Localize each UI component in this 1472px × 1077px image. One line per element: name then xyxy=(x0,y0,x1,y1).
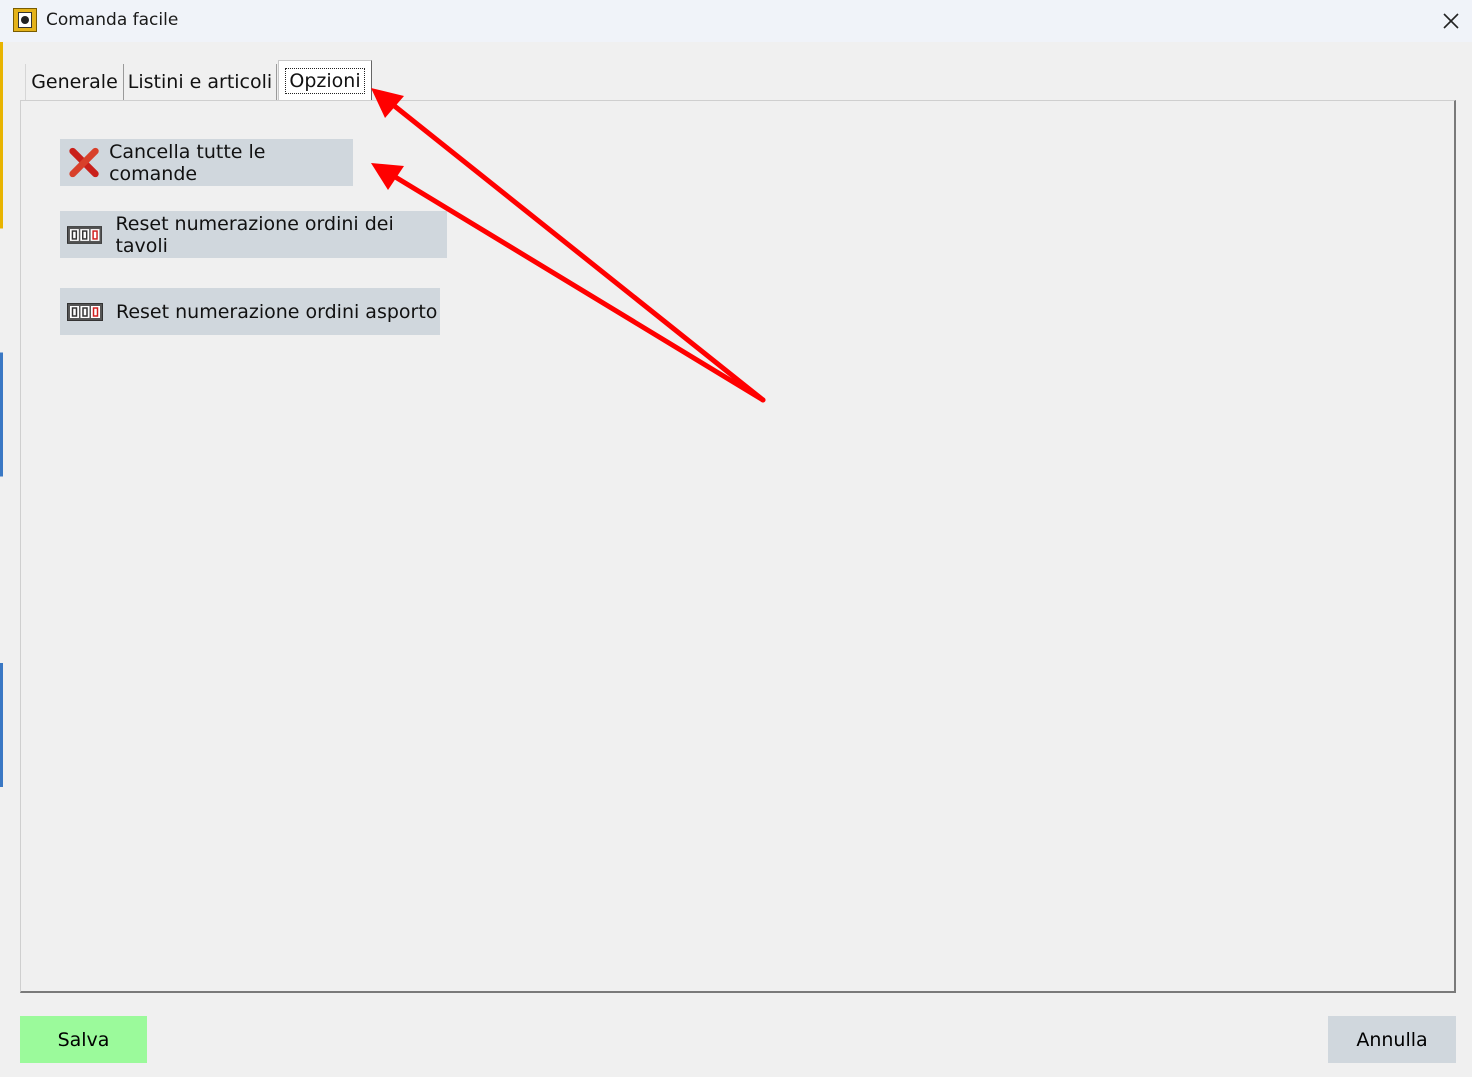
counter-icon xyxy=(67,302,103,321)
app-logo-icon xyxy=(13,8,37,32)
reset-takeaway-numbering-button[interactable]: Reset numerazione ordini asporto xyxy=(60,288,440,335)
save-button[interactable]: Salva xyxy=(20,1016,147,1063)
reset-table-numbering-button[interactable]: Reset numerazione ordini dei tavoli xyxy=(60,211,447,258)
tab-opzioni[interactable]: Opzioni xyxy=(278,60,372,100)
button-label: Salva xyxy=(57,1028,110,1051)
red-x-icon xyxy=(69,147,99,178)
counter-icon xyxy=(67,225,103,244)
tab-listini-e-articoli[interactable]: Listini e articoli xyxy=(124,64,277,100)
delete-all-orders-button[interactable]: Cancella tutte le comande xyxy=(60,139,353,186)
tab-label: Generale xyxy=(31,71,118,93)
button-label: Reset numerazione ordini asporto xyxy=(116,300,438,323)
close-icon xyxy=(1443,13,1459,29)
tab-generale[interactable]: Generale xyxy=(25,64,124,100)
close-button[interactable] xyxy=(1430,0,1472,42)
background-window-edge xyxy=(0,42,3,1077)
tab-label: Listini e articoli xyxy=(127,71,273,93)
cancel-button[interactable]: Annulla xyxy=(1328,1016,1456,1063)
button-label: Cancella tutte le comande xyxy=(109,140,266,185)
tab-label: Opzioni xyxy=(285,67,365,94)
window-title: Comanda facile xyxy=(46,10,179,30)
title-bar: Comanda facile xyxy=(0,0,1472,42)
button-label: Reset numerazione ordini dei tavoli xyxy=(115,212,394,257)
button-label: Annulla xyxy=(1356,1028,1428,1051)
